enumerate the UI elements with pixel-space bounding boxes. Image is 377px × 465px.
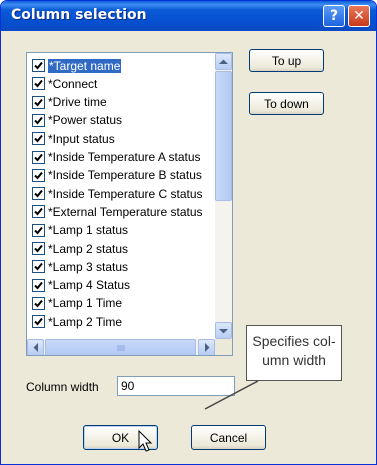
list-item[interactable]: *Lamp 4 Status: [32, 277, 218, 294]
callout-line-2: umn width: [262, 352, 326, 368]
cancel-button[interactable]: Cancel: [191, 425, 266, 450]
list-item-label: *Target name: [48, 58, 122, 73]
horizontal-scrollbar[interactable]: [27, 339, 215, 355]
vertical-scroll-thumb[interactable]: [215, 71, 232, 201]
scroll-up-icon: [219, 59, 228, 64]
list-item-label: *Power status: [48, 113, 123, 128]
checkbox[interactable]: [32, 59, 45, 72]
checkmark-icon: [34, 98, 43, 107]
vertical-scrollbar[interactable]: [215, 53, 232, 339]
list-item[interactable]: *Lamp 2 Time: [32, 313, 218, 330]
scroll-down-icon: [219, 328, 228, 333]
close-icon: ✕: [353, 8, 365, 24]
grip-icon: [117, 344, 124, 351]
to-up-button[interactable]: To up: [249, 49, 324, 72]
checkmark-icon: [34, 281, 43, 290]
list-item[interactable]: *Inside Temperature A status: [32, 149, 218, 166]
checkmark-icon: [34, 153, 43, 161]
list-item[interactable]: *External Temperature status: [32, 203, 218, 220]
list-item-label: *Input status: [48, 131, 115, 146]
list-item[interactable]: *Input status: [32, 130, 218, 147]
checkbox[interactable]: [32, 113, 45, 127]
checkmark-icon: [34, 226, 43, 235]
list-item-label: *Lamp 1 Time: [48, 296, 123, 311]
checkbox[interactable]: [32, 150, 45, 164]
list-item[interactable]: *Lamp 1 status: [32, 222, 218, 239]
checkbox[interactable]: [32, 77, 45, 91]
checkmark-icon: [34, 263, 43, 271]
title-bar[interactable]: Column selection ? ✕: [1, 1, 376, 31]
checkbox[interactable]: [32, 278, 45, 292]
column-width-label: Column width: [26, 380, 99, 394]
list-item-label: *Drive time: [48, 95, 107, 110]
dialog-title: Column selection: [11, 7, 147, 23]
checkmark-icon: [34, 80, 43, 88]
checkbox[interactable]: [32, 223, 45, 237]
checkbox[interactable]: [32, 95, 45, 109]
checkbox[interactable]: [32, 315, 45, 329]
horizontal-scroll-thumb[interactable]: [45, 339, 196, 355]
checkmark-icon: [34, 244, 43, 253]
checkmark-icon: [34, 299, 43, 308]
list-item-label: *Lamp 2 Time: [48, 314, 123, 329]
checkmark-icon: [34, 171, 43, 180]
checkbox[interactable]: [32, 260, 45, 274]
checkmark-icon: [34, 208, 43, 216]
list-item-label: *Lamp 4 Status: [48, 278, 131, 293]
list-item[interactable]: *Drive time: [32, 94, 218, 111]
checkbox[interactable]: [32, 132, 45, 146]
list-item[interactable]: *Lamp 2 status: [32, 240, 218, 257]
checkmark-icon: [34, 189, 43, 198]
callout-annotation: Specifies col- umn width: [246, 325, 342, 381]
column-selection-dialog: Column selection ? ✕ *Target name *Connec…: [0, 0, 377, 465]
to-down-button[interactable]: To down: [249, 92, 324, 115]
list-item-label: *Inside Temperature C status: [48, 186, 203, 201]
column-list[interactable]: *Target name *Connect *Drive time *Power st…: [26, 52, 233, 356]
scrollbar-corner: [215, 339, 232, 355]
checkbox[interactable]: [32, 187, 45, 201]
scroll-right-icon: [204, 343, 209, 352]
callout-line-1: Specifies col-: [252, 333, 336, 349]
list-item[interactable]: *Power status: [32, 112, 218, 129]
scroll-left-icon: [33, 343, 38, 352]
list-item-label: *External Temperature status: [48, 204, 203, 219]
checkbox[interactable]: [32, 205, 45, 219]
list-item[interactable]: *Target name: [32, 57, 218, 74]
list-item-label: *Lamp 2 status: [48, 241, 129, 256]
scroll-up-button[interactable]: [215, 53, 232, 70]
mouse-cursor-icon: [138, 430, 153, 452]
checkmark-icon: [34, 318, 43, 326]
close-button[interactable]: ✕: [348, 5, 370, 27]
checkbox[interactable]: [32, 242, 45, 255]
scroll-left-button[interactable]: [27, 339, 44, 355]
list-item[interactable]: *Lamp 3 status: [32, 258, 218, 275]
list-item-label: *Connect: [48, 76, 98, 91]
list-item[interactable]: *Inside Temperature B status: [32, 167, 218, 184]
checkbox[interactable]: [32, 168, 45, 182]
list-item[interactable]: *Connect: [32, 75, 218, 92]
help-button[interactable]: ?: [323, 5, 345, 27]
list-item[interactable]: *Lamp 1 Time: [32, 295, 218, 312]
list-item-label: *Lamp 1 status: [48, 223, 129, 238]
scroll-right-button[interactable]: [198, 339, 215, 355]
list-item-label: *Lamp 3 status: [48, 259, 129, 274]
list-item[interactable]: *Inside Temperature C status: [32, 185, 218, 202]
checkmark-icon: [34, 116, 43, 125]
scroll-down-button[interactable]: [215, 322, 232, 339]
column-width-input[interactable]: 90: [117, 376, 235, 396]
checkmark-icon: [34, 61, 43, 70]
checkbox[interactable]: [32, 296, 45, 310]
checkmark-icon: [34, 135, 43, 143]
list-item-label: *Inside Temperature B status: [48, 168, 202, 183]
help-icon: ?: [329, 8, 339, 24]
list-item-label: *Inside Temperature A status: [48, 150, 201, 164]
